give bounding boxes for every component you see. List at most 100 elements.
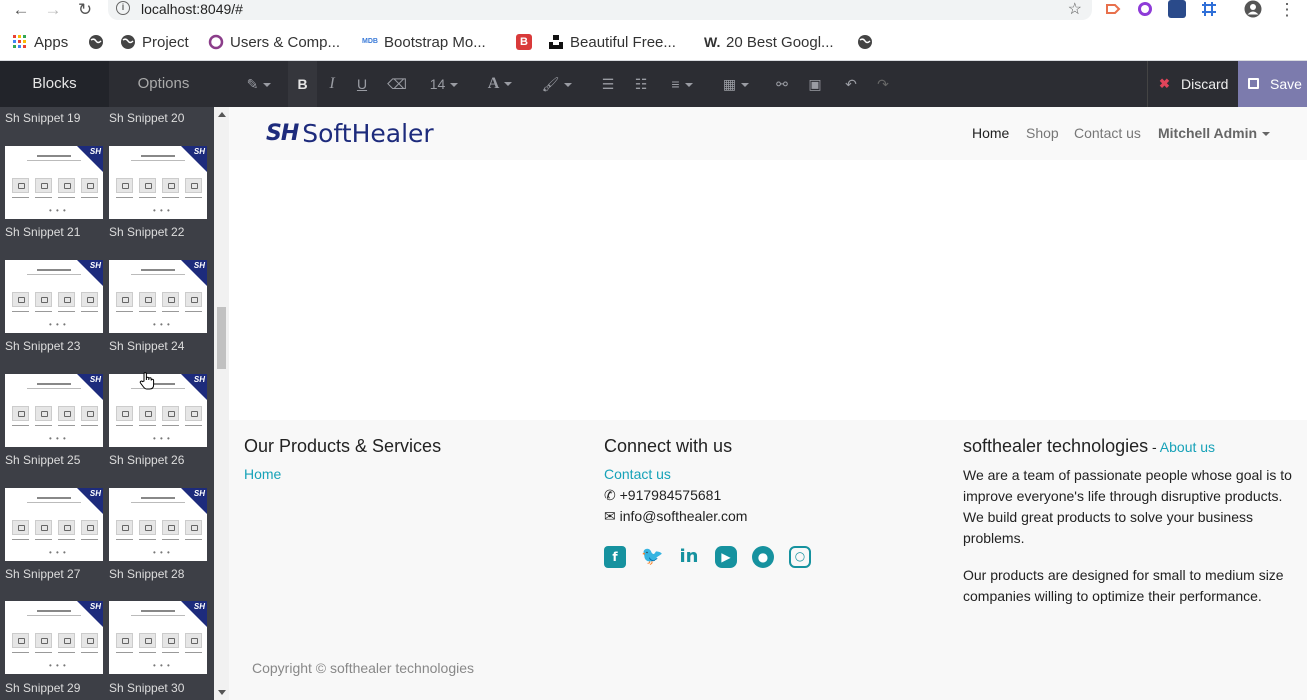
italic-button[interactable]: I: [319, 61, 345, 107]
ordered-list-icon[interactable]: ☷: [631, 61, 651, 107]
phone-line: ✆ +917984575681: [604, 485, 747, 506]
snippet-label: Sh Snippet 19: [5, 111, 81, 125]
address-bar[interactable]: i localhost:8049/# ☆: [108, 0, 1092, 20]
extension-arrow-icon[interactable]: [1104, 0, 1122, 18]
bookmark-label: 20 Best Googl...: [726, 33, 834, 51]
bookmark-globe-1[interactable]: [88, 32, 104, 52]
tab-options[interactable]: Options: [109, 61, 218, 107]
snippet-thumbnail[interactable]: • • • SH: [5, 260, 103, 333]
bookmark-globe-2[interactable]: [857, 32, 873, 52]
forward-arrow-icon[interactable]: →: [42, 0, 64, 20]
extension-grid-icon[interactable]: [1200, 0, 1218, 18]
logo-mark: SH: [266, 120, 299, 146]
twitter-icon[interactable]: 🐦: [641, 546, 663, 568]
page-body[interactable]: [229, 160, 1307, 420]
undo-icon[interactable]: ↶: [841, 61, 861, 107]
scroll-down-arrow-icon[interactable]: [218, 690, 226, 695]
site-footer: Our Products & Services Home Connect wit…: [229, 420, 1307, 700]
extension-screen-icon[interactable]: [1168, 0, 1186, 18]
eraser-icon[interactable]: ⌫: [385, 61, 409, 107]
snippet-badge-text: SH: [193, 261, 205, 270]
profile-avatar-icon[interactable]: [1244, 0, 1262, 18]
snippet-label: Sh Snippet 20: [109, 111, 185, 125]
apps-grid-icon: [12, 34, 28, 50]
snippet-label: Sh Snippet 29: [5, 681, 81, 695]
site-info-icon[interactable]: i: [116, 1, 130, 15]
snippet-thumbnail[interactable]: • • • SH: [5, 374, 103, 447]
site-logo[interactable]: SH SoftHealer: [266, 118, 434, 148]
snippet-badge-text: SH: [89, 489, 101, 498]
snippet-badge-text: SH: [193, 489, 205, 498]
browser-toolbar: ← → ↻ i localhost:8049/# ☆ ⋮: [0, 0, 1307, 22]
scrollbar-thumb[interactable]: [217, 307, 226, 369]
snippet-label: Sh Snippet 28: [109, 567, 185, 581]
snippet-thumbnail[interactable]: • • • SH: [109, 146, 207, 219]
nav-home[interactable]: Home: [972, 125, 1009, 141]
user-menu[interactable]: Mitchell Admin: [1158, 125, 1271, 141]
underline-button[interactable]: U: [349, 61, 375, 107]
image-icon[interactable]: ▣: [805, 61, 825, 107]
logo-text: SoftHealer: [302, 118, 434, 148]
address-url[interactable]: localhost:8049/#: [141, 1, 243, 17]
envelope-icon: ✉: [604, 508, 616, 524]
bookmark-label: Users & Comp...: [230, 33, 341, 51]
footer-heading: softhealer technologies: [963, 436, 1149, 456]
globe-icon: [88, 34, 104, 50]
browser-menu-icon[interactable]: ⋮: [1276, 0, 1298, 20]
footer-link-about[interactable]: About us: [1160, 439, 1215, 455]
snippet-badge-text: SH: [193, 375, 205, 384]
align-icon[interactable]: ≡: [666, 61, 698, 107]
w-icon: W.: [704, 34, 721, 50]
unordered-list-icon[interactable]: ☰: [598, 61, 618, 107]
bookmark-project[interactable]: Project: [120, 32, 189, 52]
table-icon[interactable]: ▦: [720, 61, 752, 107]
bookmark-users-companies[interactable]: Users & Comp...: [208, 32, 340, 52]
reload-icon[interactable]: ↻: [74, 0, 96, 20]
user-name: Mitchell Admin: [1158, 125, 1258, 141]
nav-shop[interactable]: Shop: [1026, 125, 1059, 141]
tab-blocks[interactable]: Blocks: [0, 61, 109, 107]
bold-button[interactable]: B: [288, 61, 317, 107]
snippet-thumbnail[interactable]: • • • SH: [5, 146, 103, 219]
snippet-thumbnail[interactable]: • • • SH: [109, 601, 207, 674]
snippet-label: Sh Snippet 26: [109, 453, 185, 467]
back-arrow-icon[interactable]: ←: [10, 0, 32, 20]
footer-link-contact[interactable]: Contact us: [604, 466, 671, 482]
discard-button[interactable]: ✖ Discard: [1148, 61, 1238, 107]
snippet-thumbnail[interactable]: • • • SH: [109, 260, 207, 333]
bookmark-google-fonts[interactable]: W. 20 Best Googl...: [704, 32, 834, 52]
save-button[interactable]: Save: [1238, 61, 1307, 107]
instagram-icon[interactable]: ○: [789, 546, 811, 568]
facebook-icon[interactable]: f: [604, 546, 626, 568]
snippet-thumbnail[interactable]: • • • SH: [5, 488, 103, 561]
bookmark-apps[interactable]: Apps: [12, 32, 68, 52]
snippet-thumbnail[interactable]: • • • SH: [109, 374, 207, 447]
font-size-dropdown[interactable]: 14: [427, 61, 461, 107]
magic-wand-icon[interactable]: ✎: [244, 61, 274, 107]
youtube-icon[interactable]: ▶: [715, 546, 737, 568]
nav-contact[interactable]: Contact us: [1074, 125, 1141, 141]
bookmark-star-icon[interactable]: ☆: [1068, 0, 1082, 19]
footer-link-home[interactable]: Home: [244, 466, 281, 482]
snippet-label: Sh Snippet 21: [5, 225, 81, 239]
snippet-thumbnail[interactable]: • • • SH: [109, 488, 207, 561]
footer-col-connect: Connect with us Contact us ✆ +9179845756…: [604, 436, 811, 568]
link-icon[interactable]: ⚯: [772, 61, 792, 107]
snippet-badge-text: SH: [89, 261, 101, 270]
sidebar-scrollbar[interactable]: [214, 107, 229, 700]
bookmark-bootstrap[interactable]: MDB Bootstrap Mo...: [362, 32, 486, 52]
snippet-badge-text: SH: [89, 602, 101, 611]
footer-col-products: Our Products & Services Home: [244, 436, 441, 482]
linkedin-icon[interactable]: in: [678, 546, 700, 568]
brush-icon[interactable]: 🖌: [541, 61, 573, 107]
editor-toolbar: ✎ B I U ⌫ 14 A 🖌 ☰ ☷ ≡ ▦ ⚯ ▣ ↶ ↷ ✖ Disca…: [229, 61, 1307, 107]
font-color-icon[interactable]: A: [485, 61, 515, 107]
github-icon[interactable]: ●: [752, 546, 774, 568]
bookmark-beautiful-free[interactable]: Beautiful Free...: [548, 32, 676, 52]
scroll-up-arrow-icon[interactable]: [218, 112, 226, 117]
snippet-thumbnail[interactable]: • • • SH: [5, 601, 103, 674]
redo-icon[interactable]: ↷: [873, 61, 893, 107]
extension-circle-icon[interactable]: [1136, 0, 1154, 18]
bookmark-b[interactable]: B: [516, 32, 532, 52]
copyright-text: Copyright © softhealer technologies: [252, 660, 474, 676]
